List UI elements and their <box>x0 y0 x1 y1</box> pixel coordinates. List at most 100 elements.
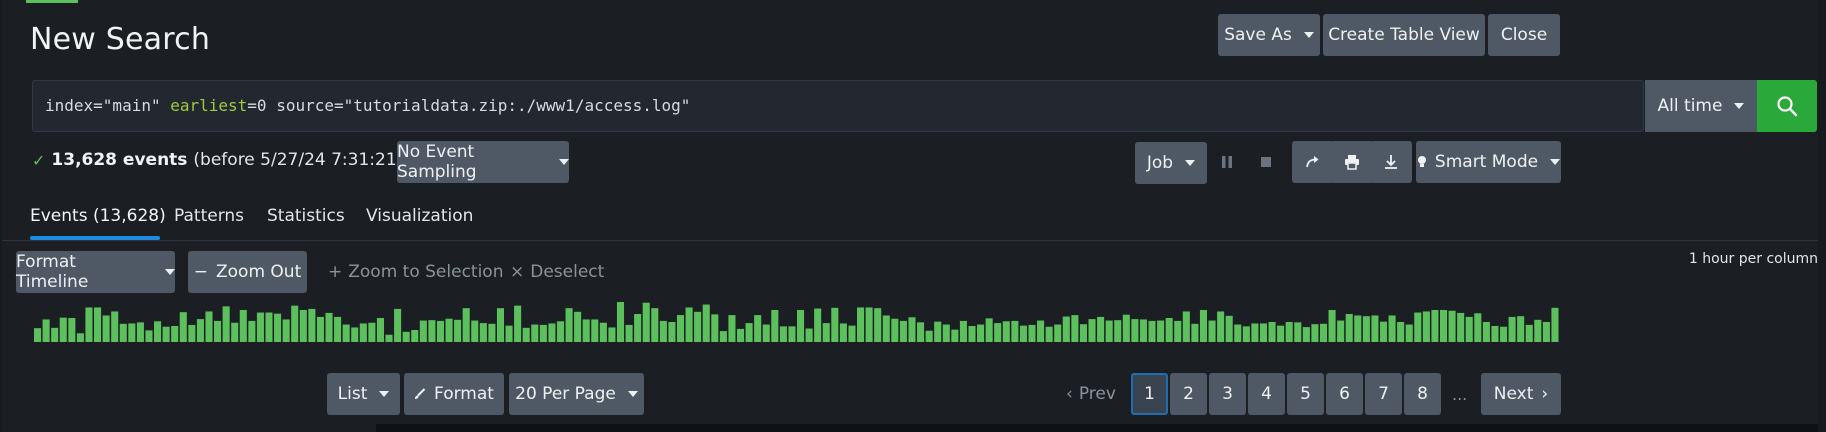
histogram-bar[interactable] <box>582 319 590 342</box>
zoom-out-button[interactable]: − Zoom Out <box>188 251 307 293</box>
histogram-bar[interactable] <box>368 322 376 342</box>
histogram-bar[interactable] <box>436 320 444 342</box>
histogram-bar[interactable] <box>1148 320 1156 342</box>
tab-visualization[interactable]: Visualization <box>366 206 473 226</box>
histogram-bar[interactable] <box>865 307 873 342</box>
search-mode-dropdown[interactable]: Smart Mode <box>1416 141 1561 183</box>
save-as-button[interactable]: Save As <box>1218 14 1320 56</box>
histogram-bar[interactable] <box>1165 318 1173 342</box>
histogram-bar[interactable] <box>1217 311 1225 342</box>
histogram-bar[interactable] <box>411 330 419 342</box>
histogram-bar[interactable] <box>1311 324 1319 342</box>
histogram-bar[interactable] <box>514 305 522 342</box>
histogram-bar[interactable] <box>265 312 273 342</box>
prev-page-button[interactable]: ‹ Prev <box>1066 373 1116 415</box>
histogram-bar[interactable] <box>797 310 805 342</box>
histogram-bar[interactable] <box>616 302 625 342</box>
histogram-bar[interactable] <box>42 319 50 342</box>
histogram-bar[interactable] <box>1534 319 1542 342</box>
histogram-bar[interactable] <box>94 307 102 342</box>
histogram-bar[interactable] <box>1071 315 1079 342</box>
histogram-bar[interactable] <box>1062 316 1070 342</box>
histogram-bar[interactable] <box>934 321 942 342</box>
histogram-bar[interactable] <box>1174 320 1182 342</box>
histogram-bar[interactable] <box>676 315 685 342</box>
search-input[interactable]: index="main" earliest=0 source="tutorial… <box>32 80 1644 132</box>
histogram-bar[interactable] <box>445 318 453 342</box>
next-page-button[interactable]: Next › <box>1481 373 1561 415</box>
histogram-bar[interactable] <box>1439 310 1448 342</box>
histogram-bar[interactable] <box>1045 326 1053 342</box>
histogram-bar[interactable] <box>651 308 659 342</box>
histogram-bar[interactable] <box>1345 314 1353 342</box>
print-button[interactable] <box>1331 141 1373 183</box>
histogram-bar[interactable] <box>1242 326 1250 342</box>
histogram-bar[interactable] <box>985 318 993 342</box>
histogram-bar[interactable] <box>702 304 710 342</box>
histogram-bar[interactable] <box>634 314 642 342</box>
histogram-bar[interactable] <box>1285 322 1293 342</box>
timeline-histogram[interactable] <box>34 300 1818 344</box>
histogram-bar[interactable] <box>325 312 333 342</box>
histogram-bar[interactable] <box>1388 315 1396 342</box>
histogram-bar[interactable] <box>694 311 702 342</box>
job-menu-button[interactable]: Job <box>1135 142 1207 184</box>
histogram-bar[interactable] <box>205 311 213 342</box>
histogram-bar[interactable] <box>1474 313 1482 342</box>
deselect-button[interactable]: × Deselect <box>510 251 604 293</box>
histogram-bar[interactable] <box>531 324 539 342</box>
histogram-bar[interactable] <box>608 327 616 342</box>
histogram-bar[interactable] <box>394 308 402 342</box>
histogram-bar[interactable] <box>162 326 170 342</box>
histogram-bar[interactable] <box>179 312 187 342</box>
histogram-bar[interactable] <box>282 319 290 342</box>
histogram-bar[interactable] <box>574 311 582 342</box>
histogram-bar[interactable] <box>222 306 230 342</box>
histogram-bar[interactable] <box>34 328 42 342</box>
histogram-bar[interactable] <box>1131 319 1139 342</box>
per-page-dropdown[interactable]: 20 Per Page <box>509 373 644 415</box>
histogram-bar[interactable] <box>102 315 110 342</box>
tab-patterns[interactable]: Patterns <box>174 206 244 226</box>
histogram-bar[interactable] <box>1277 325 1285 342</box>
histogram-bar[interactable] <box>891 318 899 342</box>
page-5[interactable]: 5 <box>1287 373 1324 415</box>
histogram-bar[interactable] <box>1337 320 1345 342</box>
histogram-bar[interactable] <box>1414 312 1422 342</box>
histogram-bar[interactable] <box>522 327 530 342</box>
histogram-bar[interactable] <box>1097 316 1105 342</box>
histogram-bar[interactable] <box>248 320 256 342</box>
histogram-bar[interactable] <box>471 320 479 342</box>
histogram-bar[interactable] <box>239 310 247 342</box>
histogram-bar[interactable] <box>899 320 907 342</box>
histogram-bar[interactable] <box>196 319 204 342</box>
histogram-bar[interactable] <box>1251 323 1259 342</box>
histogram-bar[interactable] <box>1302 327 1310 342</box>
histogram-bar[interactable] <box>1499 326 1508 342</box>
histogram-bar[interactable] <box>642 302 650 342</box>
histogram-bar[interactable] <box>316 316 324 342</box>
histogram-bar[interactable] <box>539 324 547 342</box>
event-sampling-dropdown[interactable]: No Event Sampling <box>397 141 569 183</box>
histogram-bar[interactable] <box>188 324 196 342</box>
histogram-bar[interactable] <box>745 323 753 342</box>
page-6[interactable]: 6 <box>1326 373 1363 415</box>
histogram-bar[interactable] <box>231 322 239 342</box>
histogram-bar[interactable] <box>111 311 119 342</box>
histogram-bar[interactable] <box>462 308 470 342</box>
histogram-bar[interactable] <box>1114 320 1122 342</box>
create-table-view-button[interactable]: Create Table View <box>1323 14 1485 56</box>
histogram-bar[interactable] <box>728 315 736 342</box>
histogram-bar[interactable] <box>479 323 487 342</box>
histogram-bar[interactable] <box>1354 315 1362 342</box>
histogram-bar[interactable] <box>719 331 727 342</box>
histogram-bar[interactable] <box>1234 324 1242 342</box>
histogram-bar[interactable] <box>496 308 505 342</box>
pause-button[interactable] <box>1209 141 1245 183</box>
page-2[interactable]: 2 <box>1170 373 1207 415</box>
histogram-bar[interactable] <box>76 333 84 342</box>
histogram-bar[interactable] <box>1405 324 1413 342</box>
histogram-bar[interactable] <box>145 330 153 342</box>
share-button[interactable] <box>1292 141 1334 183</box>
histogram-bar[interactable] <box>882 315 890 342</box>
